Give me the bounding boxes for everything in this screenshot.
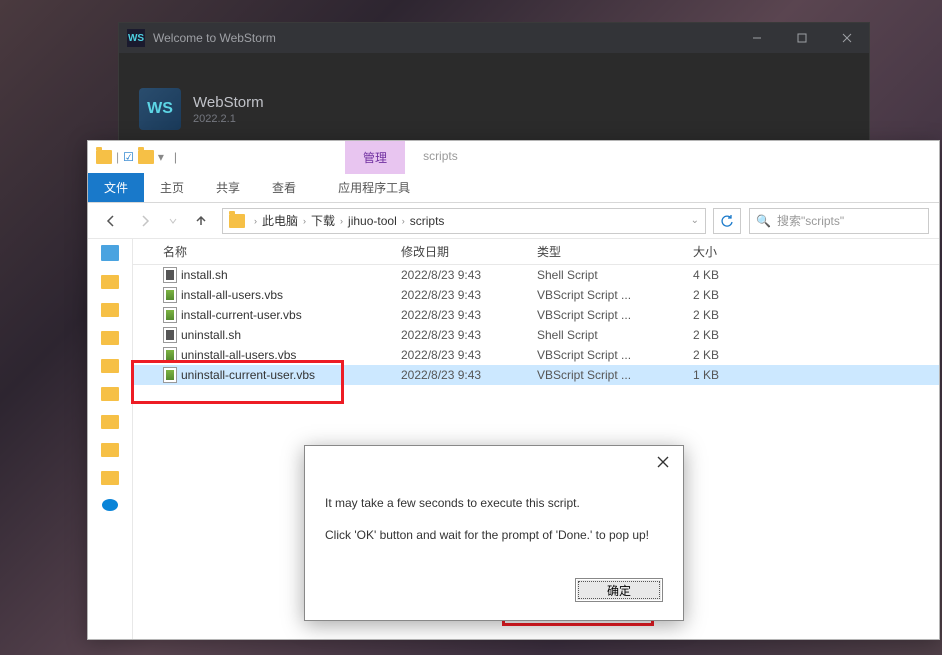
search-input[interactable]: 🔍 搜索"scripts"	[749, 208, 929, 234]
sidebar-folder-icon[interactable]	[101, 331, 119, 345]
file-row[interactable]: uninstall.sh 2022/8/23 9:43Shell Script2 …	[133, 325, 939, 345]
file-date: 2022/8/23 9:43	[401, 288, 537, 302]
breadcrumb-seg[interactable]: jihuo-tool	[348, 214, 397, 228]
webstorm-name: WebStorm	[193, 94, 264, 111]
sidebar-folder-icon[interactable]	[101, 443, 119, 457]
webstorm-logo: WS	[139, 88, 181, 130]
file-type: VBScript Script ...	[537, 348, 693, 362]
dialog-titlebar[interactable]	[305, 446, 683, 478]
file-size: 4 KB	[693, 268, 773, 282]
file-type: VBScript Script ...	[537, 368, 693, 382]
ok-button[interactable]: 确定	[575, 578, 663, 602]
file-type: Shell Script	[537, 268, 693, 282]
ribbon-share[interactable]: 共享	[200, 173, 256, 202]
nav-back-button[interactable]	[98, 208, 124, 234]
file-icon	[163, 347, 177, 363]
explorer-address-bar: › 此电脑› 下载› jihuo-tool› scripts ⌄ 🔍 搜索"sc…	[88, 203, 939, 239]
file-size: 2 KB	[693, 328, 773, 342]
search-icon: 🔍	[756, 214, 771, 228]
file-date: 2022/8/23 9:43	[401, 368, 537, 382]
dialog-text: It may take a few seconds to execute thi…	[325, 494, 663, 512]
dialog-body: It may take a few seconds to execute thi…	[305, 478, 683, 578]
ribbon-view[interactable]: 查看	[256, 173, 312, 202]
nav-recent-button[interactable]	[166, 208, 180, 234]
file-icon	[163, 367, 177, 383]
search-placeholder: 搜索"scripts"	[777, 212, 844, 229]
file-row[interactable]: uninstall-all-users.vbs 2022/8/23 9:43VBS…	[133, 345, 939, 365]
sidebar-folder-icon[interactable]	[101, 275, 119, 289]
nav-up-button[interactable]	[188, 208, 214, 234]
tab-context: scripts	[405, 141, 476, 174]
file-icon	[163, 307, 177, 323]
refresh-button[interactable]	[713, 208, 741, 234]
file-type: Shell Script	[537, 328, 693, 342]
folder-icon	[96, 150, 112, 164]
script-dialog: It may take a few seconds to execute thi…	[304, 445, 684, 621]
webstorm-title: Welcome to WebStorm	[153, 31, 734, 45]
sidebar-folder-icon[interactable]	[101, 359, 119, 373]
sidebar-folder-icon[interactable]	[101, 387, 119, 401]
quick-access-toolbar: | ☑ ▾ |	[88, 150, 185, 164]
file-type: VBScript Script ...	[537, 308, 693, 322]
col-size[interactable]: 大小	[693, 243, 773, 260]
file-icon	[163, 287, 177, 303]
file-date: 2022/8/23 9:43	[401, 348, 537, 362]
sidebar-folder-icon[interactable]	[101, 303, 119, 317]
webstorm-version: 2022.2.1	[193, 113, 264, 125]
file-name: uninstall-all-users.vbs	[181, 348, 296, 362]
nav-forward-button[interactable]	[132, 208, 158, 234]
file-row[interactable]: install-current-user.vbs 2022/8/23 9:43VB…	[133, 305, 939, 325]
checkbox-icon[interactable]: ☑	[123, 150, 134, 164]
column-headers[interactable]: 名称 修改日期 类型 大小	[133, 239, 939, 265]
file-date: 2022/8/23 9:43	[401, 308, 537, 322]
file-size: 2 KB	[693, 348, 773, 362]
file-size: 2 KB	[693, 308, 773, 322]
file-row[interactable]: install.sh 2022/8/23 9:43Shell Script4 KB	[133, 265, 939, 285]
chevron-down-icon[interactable]: ⌄	[691, 215, 699, 226]
close-button[interactable]	[824, 23, 869, 53]
file-name: uninstall.sh	[181, 328, 241, 342]
ribbon-apptools[interactable]: 应用程序工具	[322, 173, 426, 202]
file-size: 1 KB	[693, 368, 773, 382]
file-date: 2022/8/23 9:43	[401, 268, 537, 282]
explorer-ribbon: 文件 主页 共享 查看 应用程序工具	[88, 173, 939, 203]
close-button[interactable]	[653, 452, 673, 472]
ribbon-file[interactable]: 文件	[88, 173, 144, 202]
explorer-titlebar[interactable]: | ☑ ▾ | 管理 scripts	[88, 141, 939, 173]
sidebar-folder-icon[interactable]	[101, 415, 119, 429]
webstorm-titlebar[interactable]: WS Welcome to WebStorm	[119, 23, 869, 53]
sidebar-quickaccess-icon[interactable]	[101, 245, 119, 261]
col-date[interactable]: 修改日期	[401, 243, 537, 260]
col-name[interactable]: 名称	[163, 243, 401, 260]
breadcrumb-seg[interactable]: 下载	[311, 212, 335, 229]
file-type: VBScript Script ...	[537, 288, 693, 302]
breadcrumb-seg[interactable]: 此电脑	[262, 212, 298, 229]
dialog-text: Click 'OK' button and wait for the promp…	[325, 526, 663, 544]
file-row[interactable]: uninstall-current-user.vbs 2022/8/23 9:43…	[133, 365, 939, 385]
tab-manage[interactable]: 管理	[345, 141, 405, 174]
address-box[interactable]: › 此电脑› 下载› jihuo-tool› scripts ⌄	[222, 208, 706, 234]
file-name: install-all-users.vbs	[181, 288, 283, 302]
file-row[interactable]: install-all-users.vbs 2022/8/23 9:43VBScr…	[133, 285, 939, 305]
file-size: 2 KB	[693, 288, 773, 302]
file-date: 2022/8/23 9:43	[401, 328, 537, 342]
file-icon	[163, 267, 177, 283]
webstorm-icon: WS	[127, 29, 145, 47]
ribbon-home[interactable]: 主页	[144, 173, 200, 202]
sidebar-onedrive-icon[interactable]	[102, 499, 118, 511]
maximize-button[interactable]	[779, 23, 824, 53]
file-icon	[163, 327, 177, 343]
file-name: install.sh	[181, 268, 228, 282]
file-name: uninstall-current-user.vbs	[181, 368, 315, 382]
explorer-sidebar[interactable]	[88, 239, 133, 639]
minimize-button[interactable]	[734, 23, 779, 53]
folder-icon[interactable]	[138, 150, 154, 164]
folder-icon	[229, 214, 245, 228]
col-type[interactable]: 类型	[537, 243, 693, 260]
breadcrumb-seg[interactable]: scripts	[410, 214, 445, 228]
sidebar-folder-icon[interactable]	[101, 471, 119, 485]
file-name: install-current-user.vbs	[181, 308, 302, 322]
